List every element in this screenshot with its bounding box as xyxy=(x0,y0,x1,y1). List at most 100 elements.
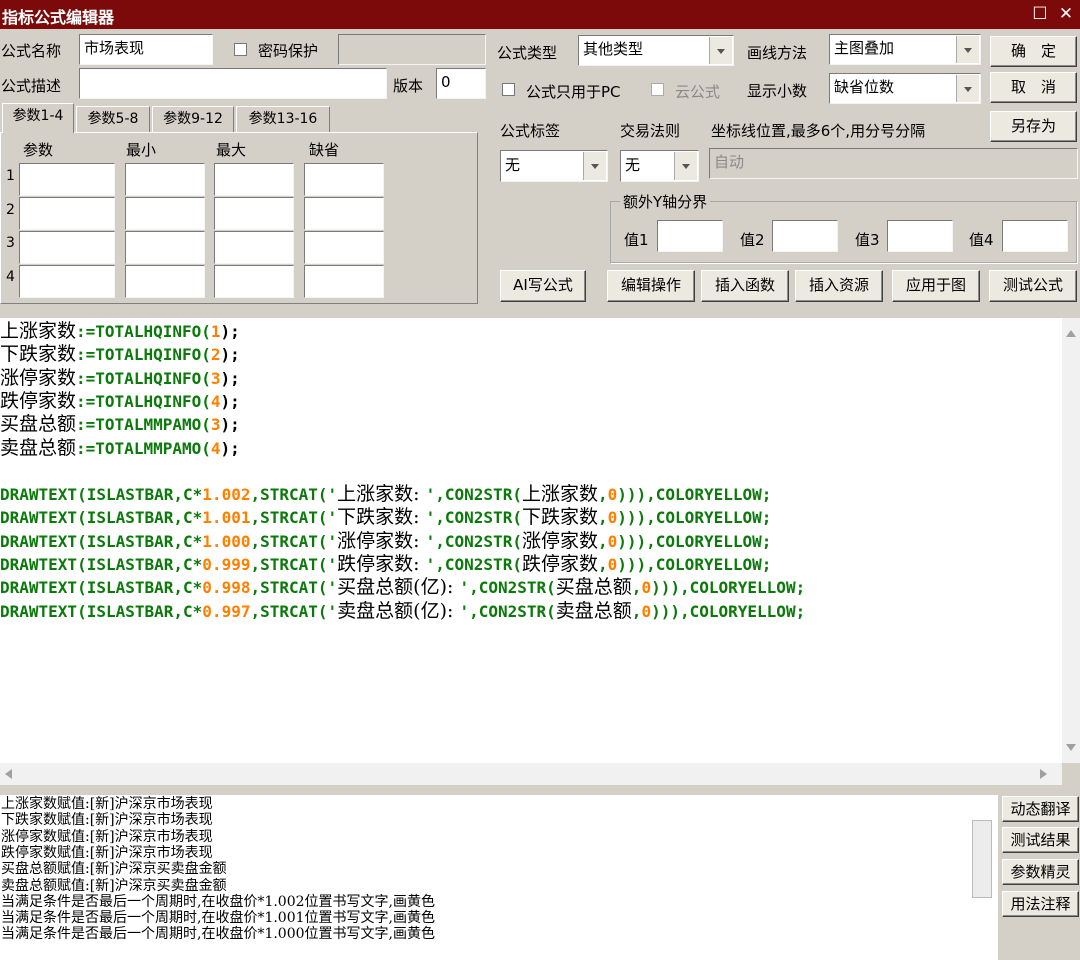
param-3-max[interactable] xyxy=(214,231,294,264)
param-row-number: 3 xyxy=(6,235,15,251)
output-panel: 上涨家数赋值:[新]沪深京市场表现 下跌家数赋值:[新]沪深京市场表现 涨停家数赋值… xyxy=(0,795,998,960)
scroll-up-icon[interactable] xyxy=(1066,330,1076,337)
param-4-max[interactable] xyxy=(214,265,294,298)
draw-method-value: 主图叠加 xyxy=(834,39,895,57)
editor-vertical-scrollbar[interactable] xyxy=(1062,318,1080,763)
param-1-default[interactable] xyxy=(304,163,384,196)
param-3-min[interactable] xyxy=(125,231,205,264)
param-4-min[interactable] xyxy=(125,265,205,298)
cancel-button[interactable]: 取 消 xyxy=(990,72,1077,103)
draw-method-select[interactable]: 主图叠加 xyxy=(829,34,981,65)
chevron-down-icon[interactable] xyxy=(956,36,979,63)
decimals-select[interactable]: 缺省位数 xyxy=(829,73,981,104)
param-4-default[interactable] xyxy=(304,265,384,298)
code-editor[interactable]: 上涨家数:=TOTALHQINFO(1); 下跌家数:=TOTALHQINFO(2… xyxy=(0,318,1062,763)
usage-notes-button[interactable]: 用法注释 xyxy=(1002,891,1079,917)
output-line: 涨停家数赋值:[新]沪深京市场表现 xyxy=(1,828,213,845)
test-result-button[interactable]: 测试结果 xyxy=(1002,827,1079,853)
pc-only-checkbox[interactable] xyxy=(502,83,515,96)
param-header-min: 最小 xyxy=(126,141,157,159)
code-line: 下跌家数:=TOTALHQINFO(2); xyxy=(0,343,240,366)
save-as-button[interactable]: 另存为 xyxy=(990,111,1077,142)
param-wizard-button[interactable]: 参数精灵 xyxy=(1002,859,1079,885)
param-4-name[interactable] xyxy=(19,265,115,298)
dynamic-translate-button[interactable]: 动态翻译 xyxy=(1002,796,1079,822)
ai-write-button[interactable]: AI写公式 xyxy=(500,270,586,302)
code-token: :=TOTALHQINFO( xyxy=(76,322,211,341)
insert-resource-button[interactable]: 插入资源 xyxy=(795,270,883,302)
code-variable: 涨停家数 xyxy=(0,366,77,389)
ok-button[interactable]: 确 定 xyxy=(990,36,1077,67)
output-line: 当满足条件是否最后一个周期时,在收盘价*1.000位置书写文字,画黄色 xyxy=(1,926,435,943)
scroll-down-icon[interactable] xyxy=(1066,744,1076,751)
edit-ops-button[interactable]: 编辑操作 xyxy=(607,270,695,302)
value-1-input[interactable] xyxy=(657,220,723,252)
chevron-down-icon[interactable] xyxy=(956,75,979,102)
chevron-down-icon[interactable] xyxy=(674,152,697,180)
formula-type-select[interactable]: 其他类型 xyxy=(578,35,734,66)
formula-desc-input[interactable] xyxy=(79,68,387,99)
draw-method-label: 画线方法 xyxy=(747,44,808,62)
editor-horizontal-scrollbar[interactable] xyxy=(0,763,1062,785)
tab-params-5-8[interactable]: 参数5-8 xyxy=(76,106,150,132)
password-checkbox[interactable] xyxy=(234,43,247,56)
formula-name-input[interactable]: 市场表现 xyxy=(79,34,213,65)
scroll-left-icon[interactable] xyxy=(5,769,12,779)
trade-rule-select[interactable]: 无 xyxy=(620,150,699,182)
code-token: 涨停家数: xyxy=(337,529,426,552)
code-line: 买盘总额:=TOTALMMPAMO(3); xyxy=(0,413,240,436)
output-line: 卖盘总额赋值:[新]沪深京买卖盘金额 xyxy=(1,877,227,894)
code-token: , xyxy=(597,508,608,528)
chevron-down-icon[interactable] xyxy=(583,152,606,180)
value-4-label: 值4 xyxy=(969,231,994,249)
param-3-name[interactable] xyxy=(19,231,115,264)
code-token: ); xyxy=(220,345,240,365)
version-input[interactable]: 0 xyxy=(436,68,486,99)
code-token: 3 xyxy=(210,415,221,435)
param-3-default[interactable] xyxy=(304,231,384,264)
password-input xyxy=(338,34,486,65)
code-token: 跌停家数 xyxy=(521,553,598,575)
scroll-right-icon[interactable] xyxy=(1040,769,1047,779)
cloud-checkbox xyxy=(651,83,664,96)
code-token: DRAWTEXT(ISLASTBAR,C* xyxy=(0,578,203,598)
code-token: ,STRCAT(' xyxy=(250,578,338,598)
close-icon[interactable]: ✕ xyxy=(1055,2,1077,26)
insert-function-button[interactable]: 插入函数 xyxy=(701,270,789,302)
param-1-name[interactable] xyxy=(19,163,115,196)
param-2-default[interactable] xyxy=(304,197,384,230)
code-token: 0.997 xyxy=(202,601,251,621)
output-scrollbar-thumb[interactable] xyxy=(972,820,992,898)
code-token: , xyxy=(631,578,642,598)
tab-params-9-12[interactable]: 参数9-12 xyxy=(152,106,234,132)
code-line: 涨停家数:=TOTALHQINFO(3); xyxy=(0,367,240,390)
code-token: 0 xyxy=(607,485,618,505)
param-2-name[interactable] xyxy=(19,197,115,230)
code-token: ,STRCAT(' xyxy=(250,531,338,551)
code-token: :=TOTALHQINFO( xyxy=(76,368,211,388)
value-4-input[interactable] xyxy=(1002,220,1068,252)
param-1-max[interactable] xyxy=(214,163,294,196)
code-token: ,STRCAT(' xyxy=(250,555,338,574)
tab-params-13-16[interactable]: 参数13-16 xyxy=(236,106,330,132)
apply-to-chart-button[interactable]: 应用于图 xyxy=(892,270,980,302)
param-2-max[interactable] xyxy=(214,197,294,230)
code-token: ',CON2STR( xyxy=(425,555,522,574)
code-token: :=TOTALHQINFO( xyxy=(76,391,211,411)
test-formula-button[interactable]: 测试公式 xyxy=(989,270,1077,302)
tab-params-1-4[interactable]: 参数1-4 xyxy=(2,103,74,133)
formula-tag-select[interactable]: 无 xyxy=(500,150,608,182)
maximize-icon[interactable]: ☐ xyxy=(1029,2,1051,26)
version-label: 版本 xyxy=(393,77,424,95)
param-1-min[interactable] xyxy=(125,163,205,196)
code-variable: 上涨家数 xyxy=(0,320,77,342)
code-token: 1 xyxy=(210,322,221,341)
output-line: 买盘总额赋值:[新]沪深京买卖盘金额 xyxy=(1,861,227,878)
axis-position-label: 坐标线位置,最多6个,用分号分隔 xyxy=(711,122,926,140)
code-token: ))),COLORYELLOW; xyxy=(617,531,772,551)
param-2-min[interactable] xyxy=(125,197,205,230)
chevron-down-icon[interactable] xyxy=(709,37,732,64)
code-token: 卖盘总额 xyxy=(555,599,632,622)
value-2-input[interactable] xyxy=(772,220,838,252)
value-3-input[interactable] xyxy=(887,220,953,252)
